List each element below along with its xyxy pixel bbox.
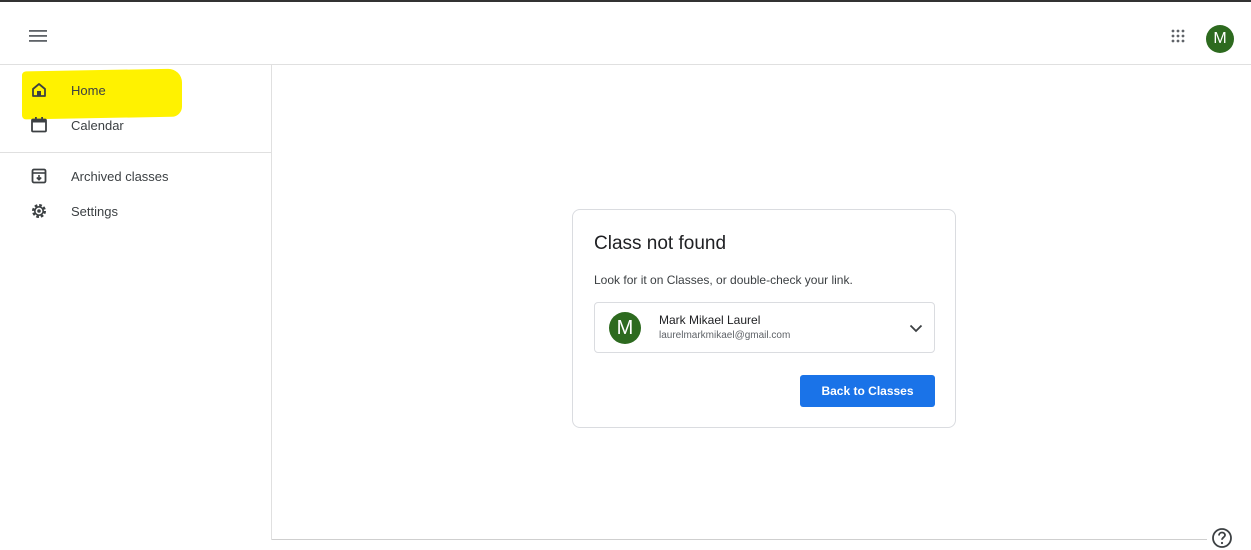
hamburger-menu-icon [29,30,47,42]
sidebar-item-label: Home [71,83,106,98]
account-name: Mark Mikael Laurel [659,313,761,327]
avatar-letter: M [616,316,634,339]
sidebar: Home Calendar Archived classes Settings [0,65,272,540]
card-title: Class not found [594,233,727,254]
avatar-letter: M [1213,30,1227,47]
sidebar-item-settings[interactable]: Settings [0,195,271,231]
account-switcher[interactable]: M Mark Mikael Laurel laurelmarkmikael@gm… [594,302,935,353]
sidebar-item-label: Settings [71,204,118,219]
class-not-found-card: Class not found Look for it on Classes, … [572,209,956,428]
sidebar-item-archived-classes[interactable]: Archived classes [0,160,271,196]
main-menu-button[interactable] [26,24,50,48]
google-apps-button[interactable] [1166,24,1190,48]
top-app-bar: M [0,2,1251,65]
sidebar-item-calendar[interactable]: Calendar [0,109,271,145]
account-avatar-button[interactable]: M [1206,25,1234,53]
sidebar-item-home[interactable]: Home [0,74,271,110]
card-subtitle: Look for it on Classes, or double-check … [594,273,853,287]
help-icon [1212,528,1232,548]
google-apps-grid-icon [1171,29,1185,43]
account-email: laurelmarkmikael@gmail.com [659,330,791,341]
archive-icon [29,166,49,186]
home-icon [29,80,49,100]
help-button[interactable] [1210,526,1234,550]
chevron-down-icon [908,320,924,336]
back-to-classes-button[interactable]: Back to Classes [800,375,935,407]
gear-icon [29,201,49,221]
account-avatar: M [609,312,641,344]
sidebar-divider [0,152,271,153]
calendar-icon [29,115,49,135]
sidebar-item-label: Calendar [71,118,124,133]
sidebar-item-label: Archived classes [71,169,169,184]
